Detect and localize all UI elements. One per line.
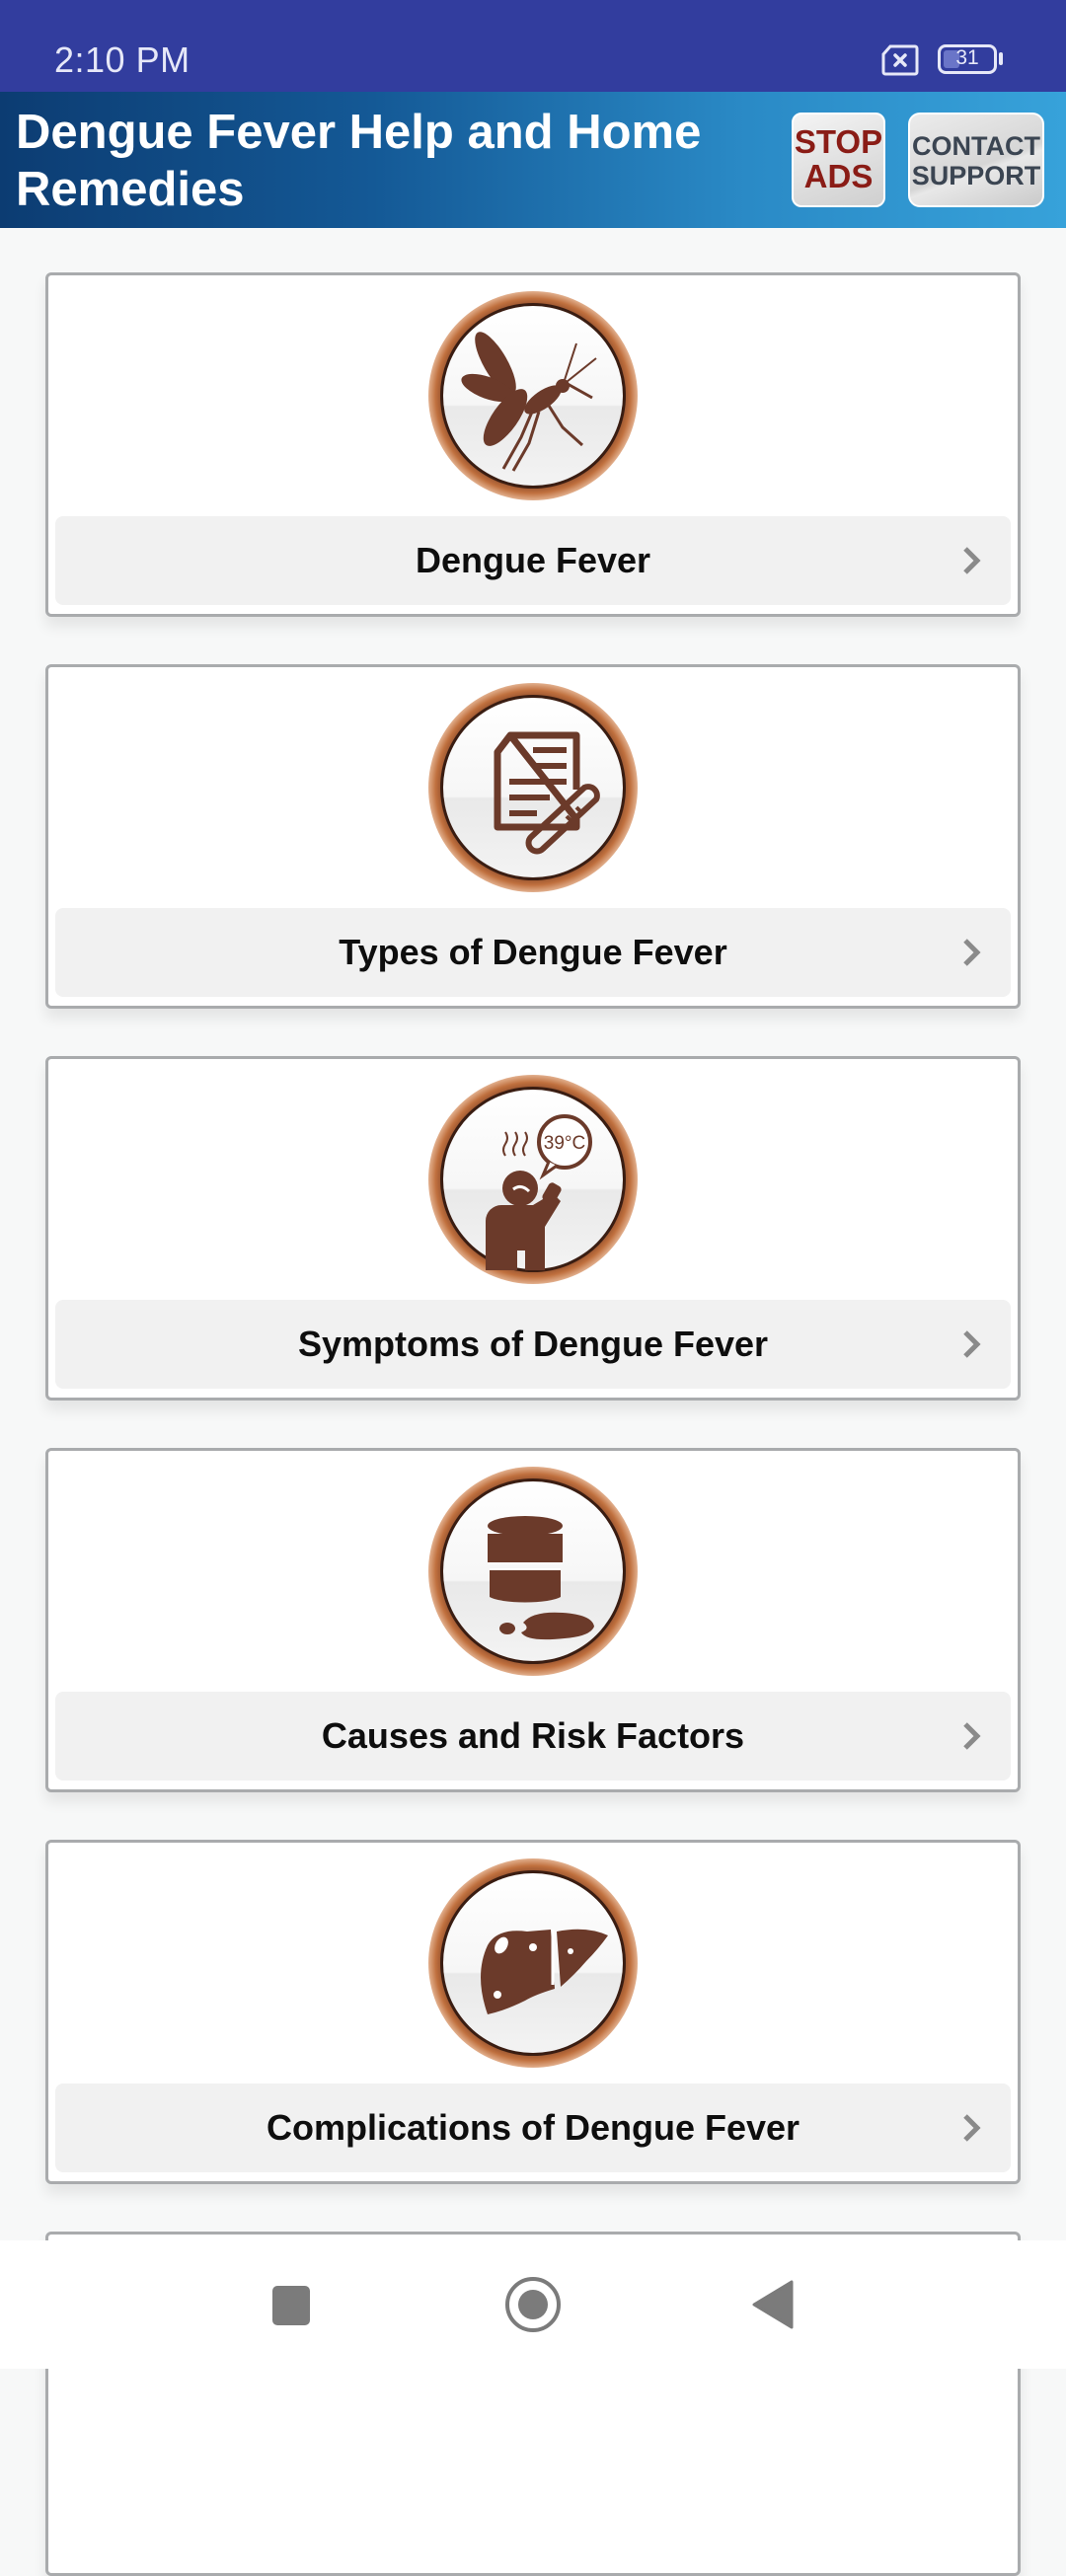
- barrel-spill-icon: [428, 1467, 638, 1676]
- menu-item-types-of-dengue-fever[interactable]: Types of Dengue Fever: [45, 664, 1021, 1009]
- navigation-bar: [0, 2240, 1066, 2369]
- battery-icon: 31: [938, 44, 997, 74]
- temperature-text: 39°C: [544, 1133, 585, 1154]
- battery-level: 31: [955, 46, 979, 69]
- recents-icon[interactable]: [271, 2285, 311, 2326]
- status-time: 2:10 PM: [54, 39, 190, 80]
- liver-icon: [428, 1858, 638, 2068]
- menu-item-causes-and-risk-factors[interactable]: Causes and Risk Factors: [45, 1448, 1021, 1792]
- contact-support-line2: SUPPORT: [911, 161, 1041, 190]
- chevron-right-icon: [963, 547, 981, 574]
- menu-item-dengue-fever[interactable]: Dengue Fever: [45, 272, 1021, 617]
- menu-item-label-bar: Types of Dengue Fever: [55, 908, 1011, 997]
- battery-tip: [999, 52, 1003, 65]
- contact-support-button[interactable]: CONTACT SUPPORT: [908, 113, 1044, 207]
- menu-item-label: Complications of Dengue Fever: [266, 2107, 800, 2148]
- status-bar: 2:10 PM 31: [0, 0, 1066, 92]
- no-sim-icon: [881, 44, 919, 76]
- chevron-right-icon: [963, 2114, 981, 2142]
- menu-item-label-bar: Causes and Risk Factors: [55, 1692, 1011, 1780]
- stop-ads-line1: STOP: [794, 123, 883, 160]
- menu-item-complications-of-dengue-fever[interactable]: Complications of Dengue Fever: [45, 1840, 1021, 2184]
- mosquito-icon: [428, 291, 638, 500]
- back-icon[interactable]: [750, 2280, 796, 2329]
- fever-person-icon: 39°C: [428, 1075, 638, 1284]
- menu-item-label: Dengue Fever: [415, 540, 651, 580]
- home-icon[interactable]: [503, 2275, 563, 2334]
- chevron-right-icon: [963, 1330, 981, 1358]
- menu-item-label-bar: Symptoms of Dengue Fever: [55, 1300, 1011, 1389]
- menu-item-label-bar: Dengue Fever: [55, 516, 1011, 605]
- stop-ads-line2: ADS: [803, 158, 874, 194]
- menu-item-symptoms-of-dengue-fever[interactable]: 39°C Symptoms of Dengue Fever: [45, 1056, 1021, 1401]
- chevron-right-icon: [963, 939, 981, 966]
- document-thermometer-icon: [428, 683, 638, 892]
- stop-ads-button[interactable]: STOP ADS: [792, 113, 885, 207]
- app-bar: Dengue Fever Help and Home Remedies STOP…: [0, 92, 1066, 228]
- menu-item-label: Causes and Risk Factors: [321, 1715, 745, 1756]
- menu-item-label: Symptoms of Dengue Fever: [297, 1324, 769, 1364]
- chevron-right-icon: [963, 1722, 981, 1750]
- menu-item-label: Types of Dengue Fever: [339, 932, 727, 972]
- menu-item-label-bar: Complications of Dengue Fever: [55, 2084, 1011, 2172]
- contact-support-line1: CONTACT: [912, 131, 1040, 161]
- app-title: Dengue Fever Help and Home Remedies: [16, 106, 702, 216]
